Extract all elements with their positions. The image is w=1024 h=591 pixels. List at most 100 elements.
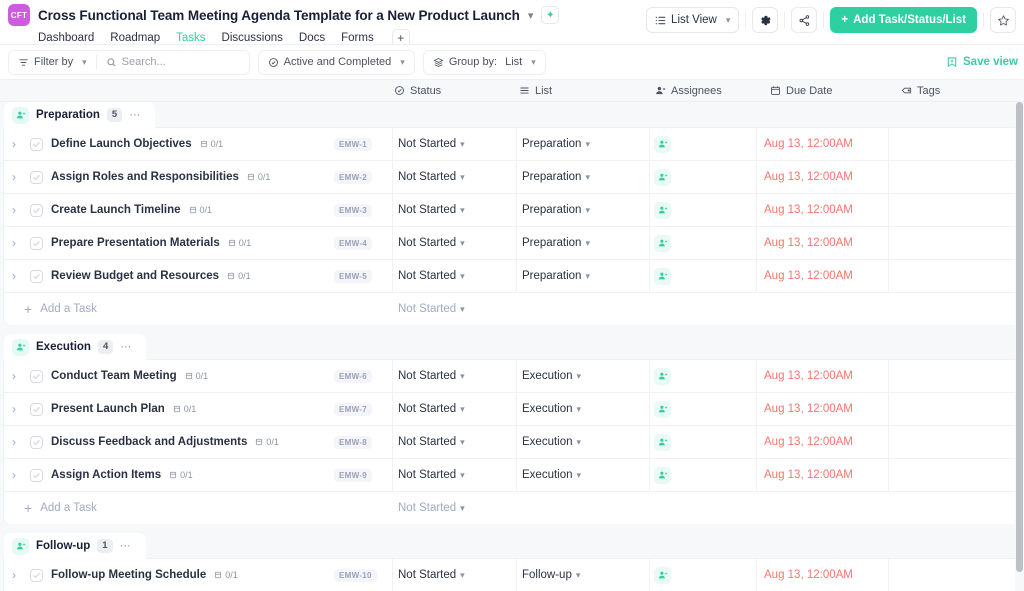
assignee-add-icon[interactable] <box>654 400 671 418</box>
column-header-assignees[interactable]: Assignees <box>655 85 722 97</box>
sparkle-icon[interactable]: ✦ <box>541 6 560 24</box>
active-completed-filter[interactable]: Active and Completed ▾ <box>259 51 414 74</box>
task-status[interactable]: Not Started ▾ <box>398 370 465 382</box>
column-header-due-date[interactable]: Due Date <box>770 85 832 97</box>
assignee-add-icon[interactable] <box>654 201 671 219</box>
assignee-add-icon[interactable] <box>654 466 671 484</box>
task-complete-checkbox[interactable] <box>30 269 43 283</box>
task-list[interactable]: Preparation ▾ <box>522 237 590 249</box>
task-status[interactable]: Not Started ▾ <box>398 469 465 481</box>
expand-subtasks-icon[interactable]: › <box>6 170 22 184</box>
task-name[interactable]: Create Launch Timeline <box>51 204 181 216</box>
task-complete-checkbox[interactable] <box>30 137 43 151</box>
task-complete-checkbox[interactable] <box>30 236 43 250</box>
column-header-list[interactable]: List <box>519 85 552 97</box>
tab-forms[interactable]: Forms <box>341 32 374 44</box>
task-status[interactable]: Not Started ▾ <box>398 138 465 150</box>
group-more-icon[interactable]: ⋯ <box>120 540 132 552</box>
group-by-button[interactable]: Group by: List ▾ <box>424 51 545 74</box>
task-status[interactable]: Not Started ▾ <box>398 436 465 448</box>
table-row[interactable]: › Define Launch Objectives 0/1 EMW-1 Not Sta… <box>4 128 1020 161</box>
task-due-date[interactable]: Aug 13, 12:00AM <box>764 370 853 382</box>
task-name[interactable]: Discuss Feedback and Adjustments <box>51 436 247 448</box>
task-name[interactable]: Follow-up Meeting Schedule <box>51 569 206 581</box>
task-list[interactable]: Execution ▾ <box>522 436 581 448</box>
expand-subtasks-icon[interactable]: › <box>6 435 22 449</box>
task-due-date[interactable]: Aug 13, 12:00AM <box>764 436 853 448</box>
task-name[interactable]: Assign Roles and Responsibilities <box>51 171 239 183</box>
list-view-button[interactable]: List View ▾ <box>646 7 740 33</box>
task-complete-checkbox[interactable] <box>30 402 43 416</box>
task-due-date[interactable]: Aug 13, 12:00AM <box>764 569 853 581</box>
assignee-add-icon[interactable] <box>654 433 671 451</box>
expand-subtasks-icon[interactable]: › <box>6 369 22 383</box>
task-due-date[interactable]: Aug 13, 12:00AM <box>764 138 853 150</box>
table-row[interactable]: › Assign Action Items 0/1 EMW-9 Not Started ▾… <box>4 459 1020 492</box>
filter-by-button[interactable]: Filter by ▾ <box>9 51 96 74</box>
table-row[interactable]: › Create Launch Timeline 0/1 EMW-3 Not Start… <box>4 194 1020 227</box>
task-name[interactable]: Present Launch Plan <box>51 403 165 415</box>
task-due-date[interactable]: Aug 13, 12:00AM <box>764 171 853 183</box>
task-complete-checkbox[interactable] <box>30 203 43 217</box>
task-status[interactable]: Not Started ▾ <box>398 204 465 216</box>
add-task-row[interactable]: + Add a Task Not Started ▾ <box>4 293 1020 325</box>
task-complete-checkbox[interactable] <box>30 468 43 482</box>
add-task-status[interactable]: Not Started ▾ <box>398 303 465 315</box>
task-list[interactable]: Preparation ▾ <box>522 138 590 150</box>
group-more-icon[interactable]: ⋯ <box>129 109 141 121</box>
table-row[interactable]: › Review Budget and Resources 0/1 EMW-5 Not … <box>4 260 1020 293</box>
task-status[interactable]: Not Started ▾ <box>398 171 465 183</box>
expand-subtasks-icon[interactable]: › <box>6 137 22 151</box>
tab-tasks[interactable]: Tasks <box>176 32 205 44</box>
task-list[interactable]: Preparation ▾ <box>522 204 590 216</box>
expand-subtasks-icon[interactable]: › <box>6 203 22 217</box>
task-list[interactable]: Preparation ▾ <box>522 270 590 282</box>
task-name[interactable]: Conduct Team Meeting <box>51 370 177 382</box>
task-due-date[interactable]: Aug 13, 12:00AM <box>764 270 853 282</box>
share-icon[interactable] <box>791 7 818 33</box>
add-task-row[interactable]: + Add a Task Not Started ▾ <box>4 492 1020 524</box>
add-task-status-list-button[interactable]: + Add Task/Status/List <box>830 7 977 33</box>
chevron-down-icon[interactable]: ▾ <box>528 9 534 22</box>
task-status[interactable]: Not Started ▾ <box>398 569 465 581</box>
table-row[interactable]: › Present Launch Plan 0/1 EMW-7 Not Started ▾… <box>4 393 1020 426</box>
task-due-date[interactable]: Aug 13, 12:00AM <box>764 204 853 216</box>
add-task-status[interactable]: Not Started ▾ <box>398 502 465 514</box>
expand-subtasks-icon[interactable]: › <box>6 236 22 250</box>
tab-roadmap[interactable]: Roadmap <box>110 32 160 44</box>
add-a-task-button[interactable]: + Add a Task <box>24 302 97 316</box>
gear-icon[interactable] <box>752 7 779 33</box>
table-row[interactable]: › Discuss Feedback and Adjustments 0/1 EMW-… <box>4 426 1020 459</box>
expand-subtasks-icon[interactable]: › <box>6 402 22 416</box>
task-name[interactable]: Review Budget and Resources <box>51 270 219 282</box>
task-status[interactable]: Not Started ▾ <box>398 270 465 282</box>
tab-docs[interactable]: Docs <box>299 32 325 44</box>
assignee-add-icon[interactable] <box>654 168 671 186</box>
task-status[interactable]: Not Started ▾ <box>398 403 465 415</box>
group-tab[interactable]: Preparation 5 ⋯ <box>4 102 156 128</box>
task-list[interactable]: Execution ▾ <box>522 469 581 481</box>
task-list[interactable]: Follow-up ▾ <box>522 569 580 581</box>
task-list[interactable]: Execution ▾ <box>522 370 581 382</box>
vertical-scrollbar[interactable] <box>1015 102 1024 591</box>
task-list[interactable]: Preparation ▾ <box>522 171 590 183</box>
task-name[interactable]: Assign Action Items <box>51 469 161 481</box>
assignee-add-icon[interactable] <box>654 234 671 252</box>
workspace-logo[interactable]: CFT <box>8 4 30 26</box>
task-complete-checkbox[interactable] <box>30 170 43 184</box>
task-due-date[interactable]: Aug 13, 12:00AM <box>764 237 853 249</box>
assignee-add-icon[interactable] <box>654 135 671 153</box>
task-status[interactable]: Not Started ▾ <box>398 237 465 249</box>
task-name[interactable]: Define Launch Objectives <box>51 138 192 150</box>
add-a-task-button[interactable]: + Add a Task <box>24 501 97 515</box>
task-complete-checkbox[interactable] <box>30 568 43 582</box>
assignee-add-icon[interactable] <box>654 566 671 584</box>
star-icon[interactable] <box>990 7 1016 33</box>
task-name[interactable]: Prepare Presentation Materials <box>51 237 220 249</box>
expand-subtasks-icon[interactable]: › <box>6 568 22 582</box>
task-list[interactable]: Execution ▾ <box>522 403 581 415</box>
assignee-add-icon[interactable] <box>654 267 671 285</box>
table-row[interactable]: › Prepare Presentation Materials 0/1 EMW-4 N… <box>4 227 1020 260</box>
task-complete-checkbox[interactable] <box>30 435 43 449</box>
column-header-status[interactable]: Status <box>394 85 441 97</box>
